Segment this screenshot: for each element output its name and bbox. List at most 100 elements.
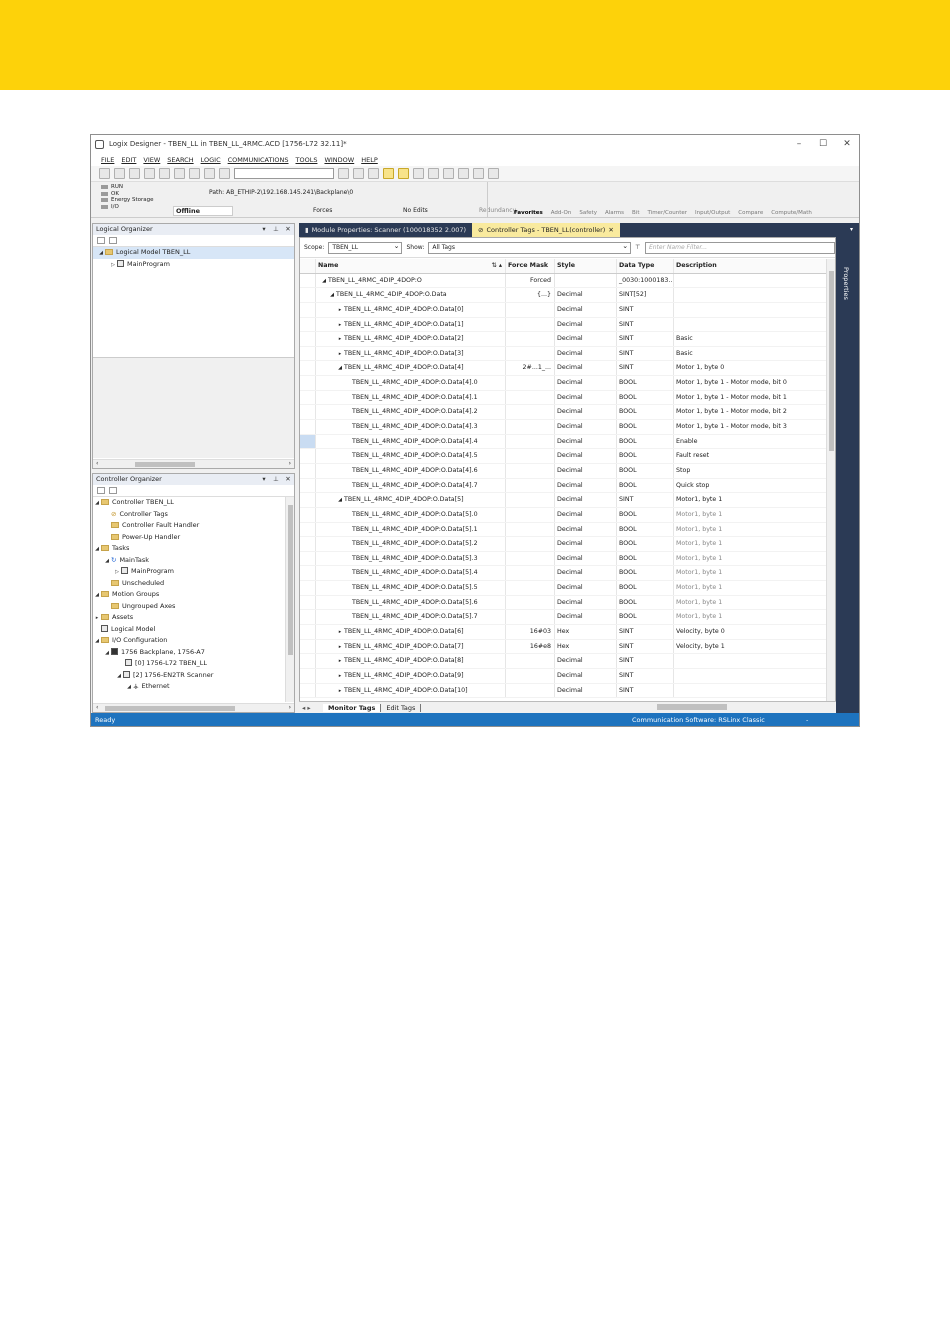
force-mask-cell[interactable]: [506, 390, 555, 405]
tag-name-cell[interactable]: ◢ TBEN_LL_4RMC_4DIP_4DOP:O.Data[5]: [316, 493, 506, 507]
tag-name-cell[interactable]: TBEN_LL_4RMC_4DIP_4DOP:O.Data[4].4: [316, 434, 506, 449]
force-mask-cell[interactable]: [506, 654, 555, 668]
row-selector[interactable]: [300, 507, 316, 522]
description-cell[interactable]: Motor1, byte 1: [674, 566, 828, 580]
style-cell[interactable]: Decimal: [555, 581, 617, 595]
menu-help[interactable]: HELP: [361, 156, 378, 164]
find-icon[interactable]: [338, 168, 349, 179]
tree-item-logical-model[interactable]: Logical Model: [93, 624, 294, 636]
style-cell[interactable]: Decimal: [555, 522, 617, 537]
style-cell[interactable]: Decimal: [555, 683, 617, 698]
tree-item-maintask[interactable]: ◢ ↻ MainTask: [93, 555, 294, 567]
style-cell[interactable]: Decimal: [555, 478, 617, 493]
horizontal-scrollbar[interactable]: ‹ ›: [93, 703, 294, 712]
undo-icon[interactable]: [204, 168, 215, 179]
tab-alarms[interactable]: Alarms: [605, 210, 624, 216]
description-cell[interactable]: [674, 274, 828, 288]
paste-icon[interactable]: [189, 168, 200, 179]
row-selector[interactable]: [300, 551, 316, 566]
table-row[interactable]: ▸ TBEN_LL_4RMC_4DIP_4DOP:O.Data[7] 16#e8 He…: [300, 639, 828, 655]
style-cell[interactable]: Decimal: [555, 376, 617, 390]
expand-arrow-icon[interactable]: ▸: [336, 318, 344, 332]
row-selector[interactable]: [300, 668, 316, 683]
force-mask-cell[interactable]: [506, 302, 555, 317]
table-row[interactable]: TBEN_LL_4RMC_4DIP_4DOP:O.Data[4].1 Decima…: [300, 390, 828, 406]
table-row[interactable]: ▸ TBEN_LL_4RMC_4DIP_4DOP:O.Data[3] Decimal…: [300, 346, 828, 362]
table-row[interactable]: TBEN_LL_4RMC_4DIP_4DOP:O.Data[4].6 Decima…: [300, 463, 828, 479]
style-cell[interactable]: Decimal: [555, 668, 617, 683]
table-row[interactable]: TBEN_LL_4RMC_4DIP_4DOP:O.Data[4].5 Decima…: [300, 449, 828, 464]
pin-icon[interactable]: ⊥: [270, 474, 282, 485]
tab-controller-tags[interactable]: ⊘ Controller Tags - TBEN_LL(controller) ✕: [472, 223, 620, 237]
column-header-name[interactable]: Name ⇅ ▴: [316, 259, 506, 273]
tree-item-controller-tags[interactable]: ⊘ Controller Tags: [93, 509, 294, 521]
expand-arrow-icon[interactable]: ▸: [336, 684, 344, 698]
description-cell[interactable]: Motor1, byte 1: [674, 523, 828, 537]
row-selector[interactable]: [300, 346, 316, 361]
table-row[interactable]: TBEN_LL_4RMC_4DIP_4DOP:O.Data[5].2 Decima…: [300, 537, 828, 552]
chevron-down-icon[interactable]: ▾: [258, 224, 270, 235]
table-row[interactable]: ▸ TBEN_LL_4RMC_4DIP_4DOP:O.Data[0] Decimal…: [300, 302, 828, 318]
description-cell[interactable]: [674, 318, 828, 332]
row-selector[interactable]: [300, 288, 316, 302]
row-selector[interactable]: [300, 537, 316, 551]
browse-icon[interactable]: [368, 168, 379, 179]
new-file-icon[interactable]: [99, 168, 110, 179]
menu-file[interactable]: FILE: [101, 156, 114, 164]
force-mask-cell[interactable]: [506, 434, 555, 449]
table-row[interactable]: TBEN_LL_4RMC_4DIP_4DOP:O.Data[5].6 Decima…: [300, 595, 828, 611]
force-mask-cell[interactable]: [506, 668, 555, 683]
description-cell[interactable]: Motor 1, byte 0: [674, 361, 828, 375]
tag-name-cell[interactable]: TBEN_LL_4RMC_4DIP_4DOP:O.Data[4].0: [316, 376, 506, 390]
force-mask-cell[interactable]: 2#...1_...: [506, 361, 555, 376]
tree-item-power-up-handler[interactable]: Power-Up Handler: [93, 532, 294, 544]
description-cell[interactable]: Stop: [674, 464, 828, 478]
close-icon[interactable]: ✕: [282, 224, 294, 235]
description-cell[interactable]: Motor1, byte 1: [674, 610, 828, 624]
edits-dropdown[interactable]: No Edits: [403, 207, 428, 214]
style-cell[interactable]: Decimal: [555, 434, 617, 449]
description-cell[interactable]: [674, 288, 828, 302]
library-icon[interactable]: [473, 168, 484, 179]
tree-item-logical-model[interactable]: ◢ Logical Model TBEN_LL: [93, 247, 294, 259]
force-mask-cell[interactable]: [506, 332, 555, 346]
tree-item-controller[interactable]: ◢ Controller TBEN_LL: [93, 497, 294, 509]
table-row[interactable]: TBEN_LL_4RMC_4DIP_4DOP:O.Data[4].3 Decima…: [300, 420, 828, 435]
force-mask-cell[interactable]: 16#03: [506, 625, 555, 639]
tag-name-cell[interactable]: ▸ TBEN_LL_4RMC_4DIP_4DOP:O.Data[8]: [316, 654, 506, 668]
force-mask-cell[interactable]: [506, 610, 555, 625]
tag-name-cell[interactable]: ◢ TBEN_LL_4RMC_4DIP_4DOP:O.Data[4]: [316, 361, 506, 376]
row-selector[interactable]: [300, 478, 316, 493]
expand-icon[interactable]: [109, 487, 117, 494]
row-selector[interactable]: [300, 566, 316, 581]
table-row[interactable]: TBEN_LL_4RMC_4DIP_4DOP:O.Data[5].4 Decima…: [300, 566, 828, 582]
table-row[interactable]: TBEN_LL_4RMC_4DIP_4DOP:O.Data[5].1 Decima…: [300, 522, 828, 538]
style-cell[interactable]: Decimal: [555, 361, 617, 376]
description-cell[interactable]: Fault reset: [674, 449, 828, 463]
force-mask-cell[interactable]: {...}: [506, 288, 555, 302]
force-mask-cell[interactable]: [506, 581, 555, 595]
row-selector[interactable]: [300, 317, 316, 332]
table-row[interactable]: TBEN_LL_4RMC_4DIP_4DOP:O.Data[5].5 Decima…: [300, 581, 828, 596]
redo-icon[interactable]: [219, 168, 230, 179]
close-tab-icon[interactable]: ✕: [608, 223, 613, 237]
force-mask-cell[interactable]: [506, 317, 555, 332]
tag-name-cell[interactable]: TBEN_LL_4RMC_4DIP_4DOP:O.Data[4].7: [316, 478, 506, 493]
cut-icon[interactable]: [159, 168, 170, 179]
table-row[interactable]: TBEN_LL_4RMC_4DIP_4DOP:O.Data[4].2 Decima…: [300, 405, 828, 421]
column-header-data-type[interactable]: Data Type: [617, 259, 674, 273]
tree-item-unscheduled[interactable]: Unscheduled: [93, 578, 294, 590]
description-cell[interactable]: Motor1, byte 1: [674, 508, 828, 522]
tag-name-cell[interactable]: TBEN_LL_4RMC_4DIP_4DOP:O.Data[5].0: [316, 507, 506, 522]
table-row[interactable]: ▸ TBEN_LL_4RMC_4DIP_4DOP:O.Data[1] Decimal…: [300, 317, 828, 333]
tag-name-cell[interactable]: TBEN_LL_4RMC_4DIP_4DOP:O.Data[4].3: [316, 420, 506, 434]
description-cell[interactable]: Motor 1, byte 1 - Motor mode, bit 0: [674, 376, 828, 390]
tag-name-cell[interactable]: ◢ TBEN_LL_4RMC_4DIP_4DOP:O.Data: [316, 288, 506, 302]
collapse-arrow-icon[interactable]: ◢: [320, 274, 328, 288]
style-cell[interactable]: [555, 273, 617, 288]
style-cell[interactable]: Decimal: [555, 610, 617, 625]
tab-module-properties[interactable]: ▮ Module Properties: Scanner (100018352 2…: [299, 223, 472, 237]
force-mask-cell[interactable]: [506, 683, 555, 698]
tag-name-cell[interactable]: TBEN_LL_4RMC_4DIP_4DOP:O.Data[4].5: [316, 449, 506, 463]
scope-select[interactable]: TBEN_LL: [328, 241, 403, 254]
